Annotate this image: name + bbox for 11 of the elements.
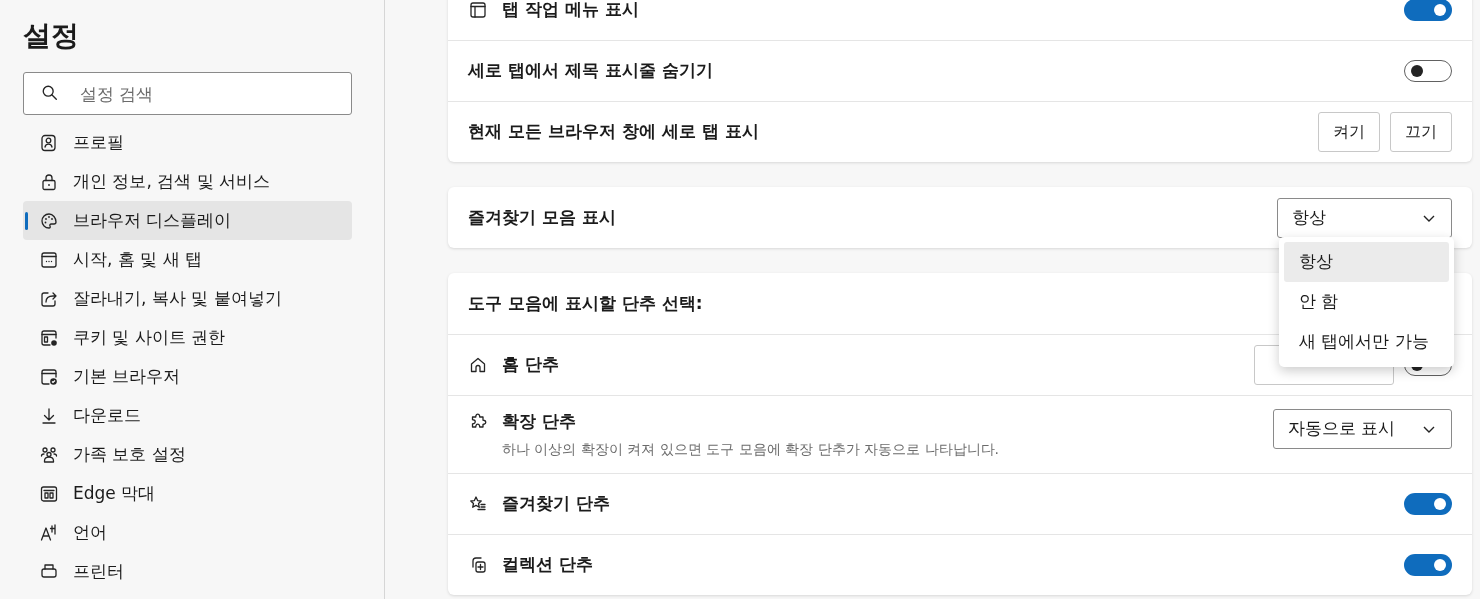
- setting-label: 세로 탭에서 제목 표시줄 숨기기: [468, 59, 713, 83]
- setting-label: 확장 단추: [502, 410, 577, 433]
- section-heading: 도구 모음에 표시할 단추 선택:: [468, 291, 703, 315]
- setting-label: 컬렉션 단추: [502, 552, 593, 576]
- setting-label: 탭 작업 메뉴 표시: [502, 0, 639, 21]
- setting-label: 즐겨찾기 모음 표시: [468, 205, 616, 229]
- settings-title: 설정: [23, 18, 79, 54]
- setting-label: 즐겨찾기 단추: [502, 491, 610, 515]
- setting-label: 홈 단추: [502, 353, 559, 377]
- setting-label: 현재 모든 브라우저 창에 세로 탭 표시: [468, 120, 759, 144]
- setting-description: 하나 이상의 확장이 켜져 있으면 도구 모음에 확장 단추가 자동으로 나타납니다.: [502, 439, 999, 459]
